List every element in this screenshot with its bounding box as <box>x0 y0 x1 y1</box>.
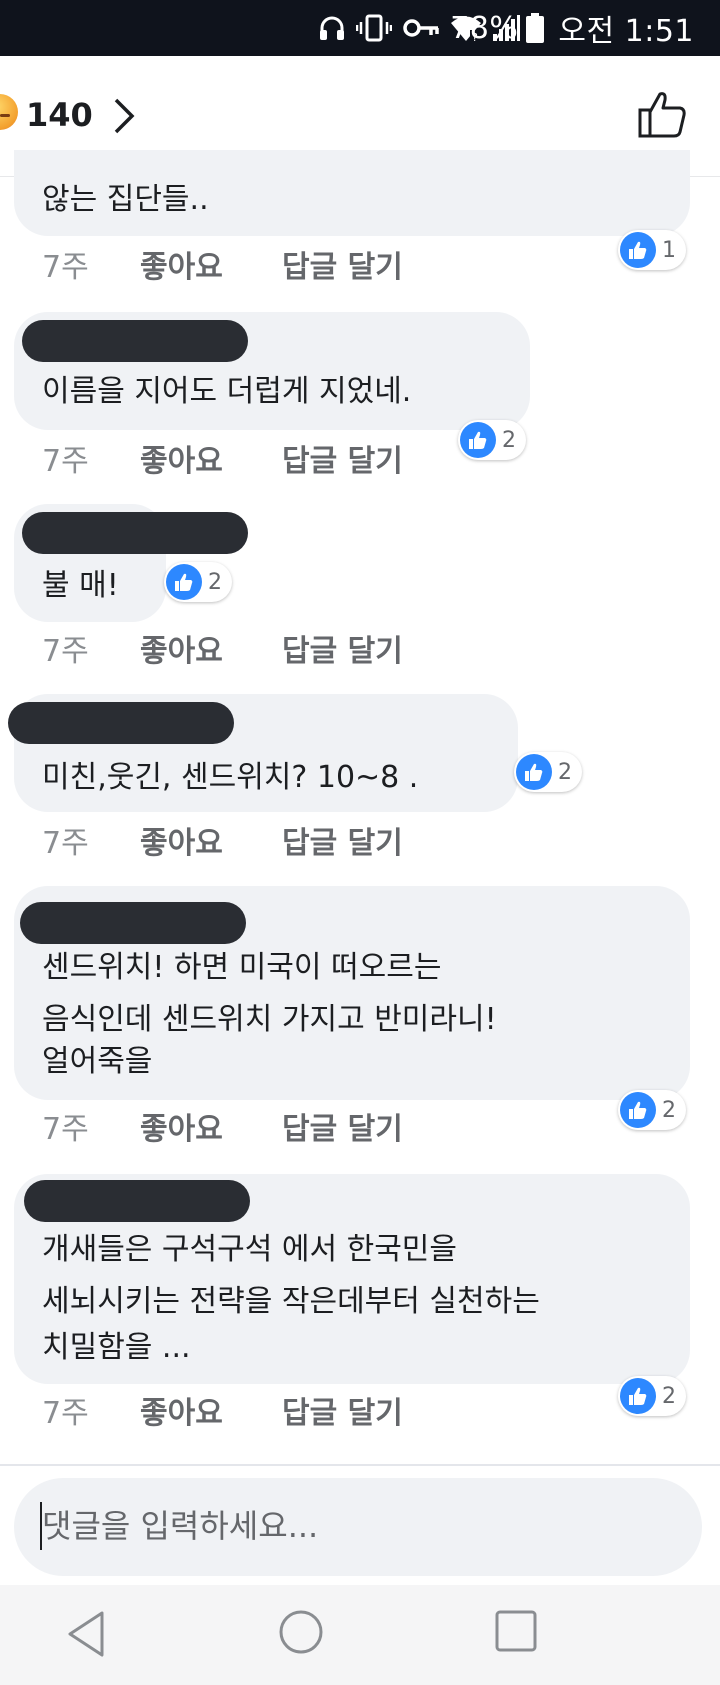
like-thumb-icon[interactable] <box>636 88 688 140</box>
comment-text-line: 얼어죽을 <box>42 1044 153 1079</box>
comment-text-line: 않는 집단들.. <box>42 182 209 217</box>
comment-like-button[interactable]: 좋아요 <box>140 1104 223 1148</box>
redacted-author-name <box>24 1180 250 1222</box>
comment-time: 7주 <box>42 1112 89 1147</box>
comment-text-line: 치밀함을 ... <box>42 1330 191 1365</box>
reaction-count: 2 <box>558 759 572 785</box>
like-reaction-icon <box>460 422 496 458</box>
comment-text-line: 센드위치! 하면 미국이 떠오르는 <box>42 950 442 985</box>
reaction-count: 2 <box>208 569 222 595</box>
reaction-count: 2 <box>502 427 516 453</box>
comment-time: 7주 <box>42 1396 89 1431</box>
headphones-icon <box>320 16 344 40</box>
comment-text-line: 개새들은 구석구석 에서 한국민을 <box>42 1232 458 1267</box>
comment-time: 7주 <box>42 634 89 669</box>
comment-reply-button[interactable]: 답글 달기 <box>282 1388 403 1432</box>
divider <box>0 1464 720 1466</box>
comment-reaction-badge[interactable]: 2 <box>618 1376 686 1416</box>
comment-time: 7주 <box>42 250 89 285</box>
comment-reply-button[interactable]: 답글 달기 <box>282 242 403 286</box>
vibrate-icon <box>356 14 392 42</box>
like-reaction-icon <box>166 564 202 600</box>
like-reaction-icon <box>620 232 656 268</box>
comment-like-button[interactable]: 좋아요 <box>140 1388 223 1432</box>
battery-percent: 78% <box>450 10 519 46</box>
recents-icon[interactable] <box>494 1609 538 1653</box>
comment-text-line: 이름을 지어도 더럽게 지었네. <box>42 374 412 409</box>
system-nav-bar <box>0 1585 720 1685</box>
comment-reply-button[interactable]: 답글 달기 <box>282 436 403 480</box>
reaction-count: 1 <box>662 237 676 263</box>
status-bar: ? 78% 오전 1:51 <box>0 0 720 56</box>
comment-text-line: 불 매! <box>42 568 119 603</box>
status-text: 78% 오전 1:51 <box>440 8 694 50</box>
comment-text-line: 세뇌시키는 전략을 작은데부터 실천하는 <box>42 1284 540 1319</box>
home-icon[interactable] <box>278 1609 324 1655</box>
redacted-author-name <box>20 902 246 944</box>
comment-reaction-badge[interactable]: 1 <box>618 230 686 270</box>
comment-like-button[interactable]: 좋아요 <box>140 818 223 862</box>
redacted-author-name <box>22 512 248 554</box>
comment-input[interactable]: 댓글을 입력하세요... <box>14 1478 702 1576</box>
comment-reply-button[interactable]: 답글 달기 <box>282 626 403 670</box>
reaction-count: 2 <box>662 1097 676 1123</box>
comment-reply-button[interactable]: 답글 달기 <box>282 1104 403 1148</box>
comment-time: 7주 <box>42 444 89 479</box>
comment-reply-button[interactable]: 답글 달기 <box>282 818 403 862</box>
chevron-right-icon[interactable] <box>112 96 138 136</box>
comment-like-button[interactable]: 좋아요 <box>140 436 223 480</box>
like-reaction-icon <box>620 1092 656 1128</box>
like-reaction-icon <box>516 754 552 790</box>
comment-reaction-badge[interactable]: 2 <box>458 420 526 460</box>
back-icon[interactable] <box>64 1609 108 1659</box>
key-icon <box>403 19 439 37</box>
reaction-count[interactable]: 140 <box>26 96 93 134</box>
reaction-count: 2 <box>662 1383 676 1409</box>
redacted-author-name <box>22 320 248 362</box>
comment-time: 7주 <box>42 826 89 861</box>
comment-text-line: 미친,웃긴, 센드위치? 10~8 . <box>42 760 419 795</box>
redacted-author-name <box>8 702 234 744</box>
comment-reaction-badge[interactable]: 2 <box>618 1090 686 1130</box>
comment-input-placeholder: 댓글을 입력하세요... <box>42 1507 319 1545</box>
clock: 오전 1:51 <box>558 14 694 49</box>
comment-like-button[interactable]: 좋아요 <box>140 242 223 286</box>
angry-reaction-icon <box>0 94 18 130</box>
like-reaction-icon <box>620 1378 656 1414</box>
comment-like-button[interactable]: 좋아요 <box>140 626 223 670</box>
battery-icon <box>526 13 545 43</box>
comment-reaction-badge[interactable]: 2 <box>514 752 582 792</box>
comment-reaction-badge[interactable]: 2 <box>164 562 232 602</box>
